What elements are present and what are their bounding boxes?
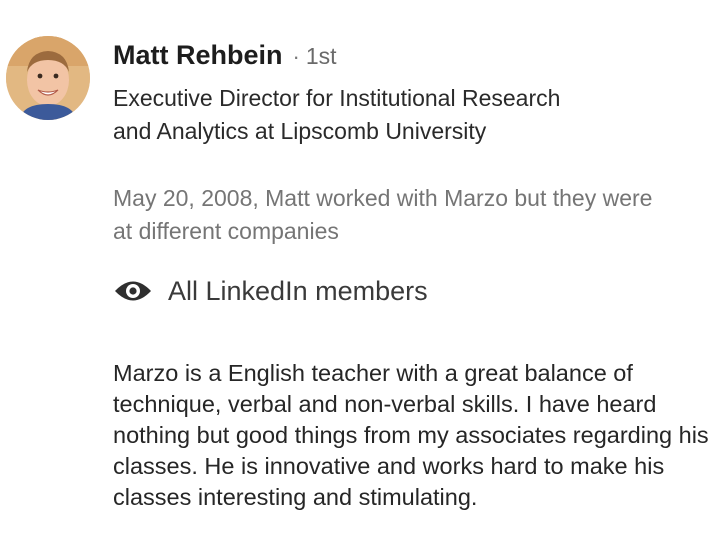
visibility-indicator: All LinkedIn members bbox=[113, 271, 428, 311]
separator-dot: · bbox=[292, 44, 300, 69]
author-name[interactable]: Matt Rehbein bbox=[113, 40, 283, 71]
visibility-label: All LinkedIn members bbox=[168, 275, 428, 306]
author-headline: Executive Director for Institutional Res… bbox=[113, 85, 561, 144]
recommendation-text: Marzo is a English teacher with a great … bbox=[113, 360, 709, 510]
relationship-text: May 20, 2008, Matt worked with Marzo but… bbox=[113, 185, 653, 244]
author-header: Matt Rehbein · 1st bbox=[113, 40, 337, 78]
person-photo-icon bbox=[6, 36, 90, 120]
eye-icon bbox=[113, 278, 153, 304]
avatar[interactable] bbox=[6, 36, 90, 120]
connection-degree: 1st bbox=[305, 43, 337, 69]
